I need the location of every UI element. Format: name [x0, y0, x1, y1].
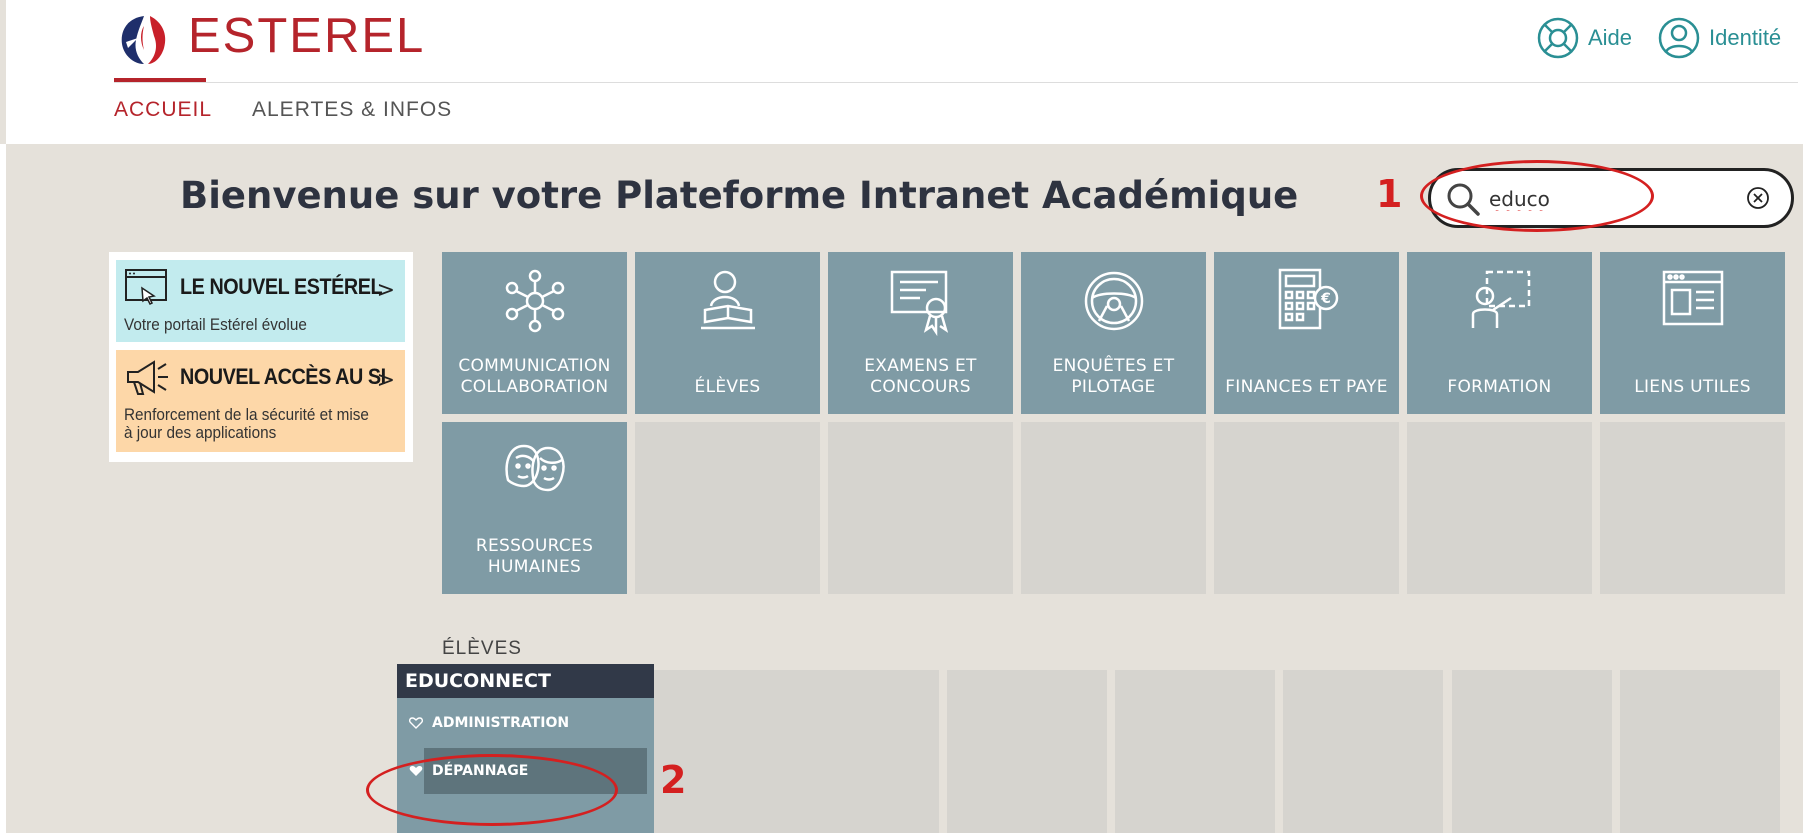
tile-label: FORMATION [1447, 377, 1552, 397]
heart-outline-icon[interactable] [409, 717, 423, 729]
network-icon [505, 269, 565, 333]
news-subtitle-line-1: Renforcement de la sécurité et mise [124, 405, 369, 424]
news-title: LE NOUVEL ESTÉREL [180, 274, 383, 299]
identity-link[interactable]: Identité [1657, 16, 1781, 60]
result-tile-empty [1115, 670, 1275, 833]
people-faces-icon [505, 444, 565, 492]
annotation-number-1: 1 [1376, 172, 1403, 216]
tile-empty [635, 422, 820, 594]
result-tile-empty [1283, 670, 1443, 833]
tab-accueil[interactable]: ACCUEIL [114, 98, 212, 122]
news-title: NOUVEL ACCÈS AU SI [180, 364, 386, 389]
header: ESTEREL ACCUEIL ALERTES & INFOS Aide Ide… [0, 0, 1803, 144]
result-tile-empty [1620, 670, 1780, 833]
marianne-logo-icon[interactable] [114, 12, 174, 68]
tile-communication-collaboration[interactable]: COMMUNICATION COLLABORATION [442, 252, 627, 414]
browser-window-icon [1662, 270, 1724, 326]
chevron-right-icon: > [376, 278, 395, 303]
news-panel: LE NOUVEL ESTÉREL > Votre portail Estére… [109, 252, 413, 462]
chevron-right-icon: > [376, 368, 395, 393]
student-reading-icon [701, 270, 755, 330]
result-section-label: ÉLÈVES [442, 638, 522, 659]
result-tile-empty [1452, 670, 1612, 833]
app-link-label: ADMINISTRATION [432, 715, 570, 731]
calculator-icon: € [1278, 268, 1339, 330]
tile-empty [1407, 422, 1592, 594]
tab-alertes-infos[interactable]: ALERTES & INFOS [252, 98, 452, 122]
svg-text:€: € [1320, 291, 1331, 307]
tile-enquetes-pilotage[interactable]: ENQUÊTES ET PILOTAGE [1021, 252, 1206, 414]
tile-label: COMMUNICATION COLLABORATION [458, 356, 611, 397]
help-label: Aide [1588, 25, 1633, 50]
result-tile-empty [779, 670, 939, 833]
annotation-circle-search [1420, 160, 1654, 232]
tile-empty [1600, 422, 1785, 594]
annotation-circle-depannage [366, 754, 618, 826]
main-content: Bienvenue sur votre Plateforme Intranet … [6, 144, 1803, 833]
page-title: Bienvenue sur votre Plateforme Intranet … [180, 174, 1299, 217]
browser-cursor-icon [125, 269, 167, 306]
news-card-nouvel-esterel[interactable]: LE NOUVEL ESTÉREL > Votre portail Estére… [116, 260, 405, 342]
result-tile-empty [947, 670, 1107, 833]
news-subtitle: Votre portail Estérel évolue [124, 315, 307, 334]
tile-examens-concours[interactable]: EXAMENS ET CONCOURS [828, 252, 1013, 414]
tile-eleves[interactable]: ÉLÈVES [635, 252, 820, 414]
help-link[interactable]: Aide [1536, 16, 1632, 60]
tile-label: RESSOURCES HUMAINES [475, 536, 594, 577]
clear-icon[interactable] [1745, 185, 1771, 211]
app-link-administration[interactable]: ADMINISTRATION [397, 700, 647, 746]
steering-wheel-icon [1084, 271, 1144, 331]
teacher-board-icon [1471, 270, 1531, 328]
tile-empty [1021, 422, 1206, 594]
tile-empty [1214, 422, 1399, 594]
brand-name[interactable]: ESTEREL [188, 8, 425, 64]
tile-label: EXAMENS ET CONCOURS [864, 356, 977, 397]
app-card-title[interactable]: EDUCONNECT [397, 664, 654, 698]
header-divider [114, 82, 1798, 83]
megaphone-icon [127, 360, 168, 395]
identity-label: Identité [1709, 25, 1782, 50]
news-subtitle-line-2: à jour des applications [124, 423, 277, 442]
lifebuoy-icon [1537, 17, 1579, 59]
annotation-number-2: 2 [660, 758, 687, 802]
tile-formation[interactable]: FORMATION [1407, 252, 1592, 414]
tile-label: ÉLÈVES [694, 377, 761, 397]
tile-finances-paye[interactable]: € FINANCES ET PAYE [1214, 252, 1399, 414]
tile-liens-utiles[interactable]: LIENS UTILES [1600, 252, 1785, 414]
news-card-nouvel-acces[interactable]: NOUVEL ACCÈS AU SI > Renforcement de la … [116, 350, 405, 452]
tile-label: LIENS UTILES [1634, 377, 1751, 397]
tile-label: ENQUÊTES ET PILOTAGE [1052, 356, 1175, 397]
tile-ressources-humaines[interactable]: RESSOURCES HUMAINES [442, 422, 627, 594]
tile-empty [828, 422, 1013, 594]
user-icon [1658, 17, 1700, 59]
tile-label: FINANCES ET PAYE [1225, 377, 1388, 397]
certificate-icon [890, 270, 949, 336]
